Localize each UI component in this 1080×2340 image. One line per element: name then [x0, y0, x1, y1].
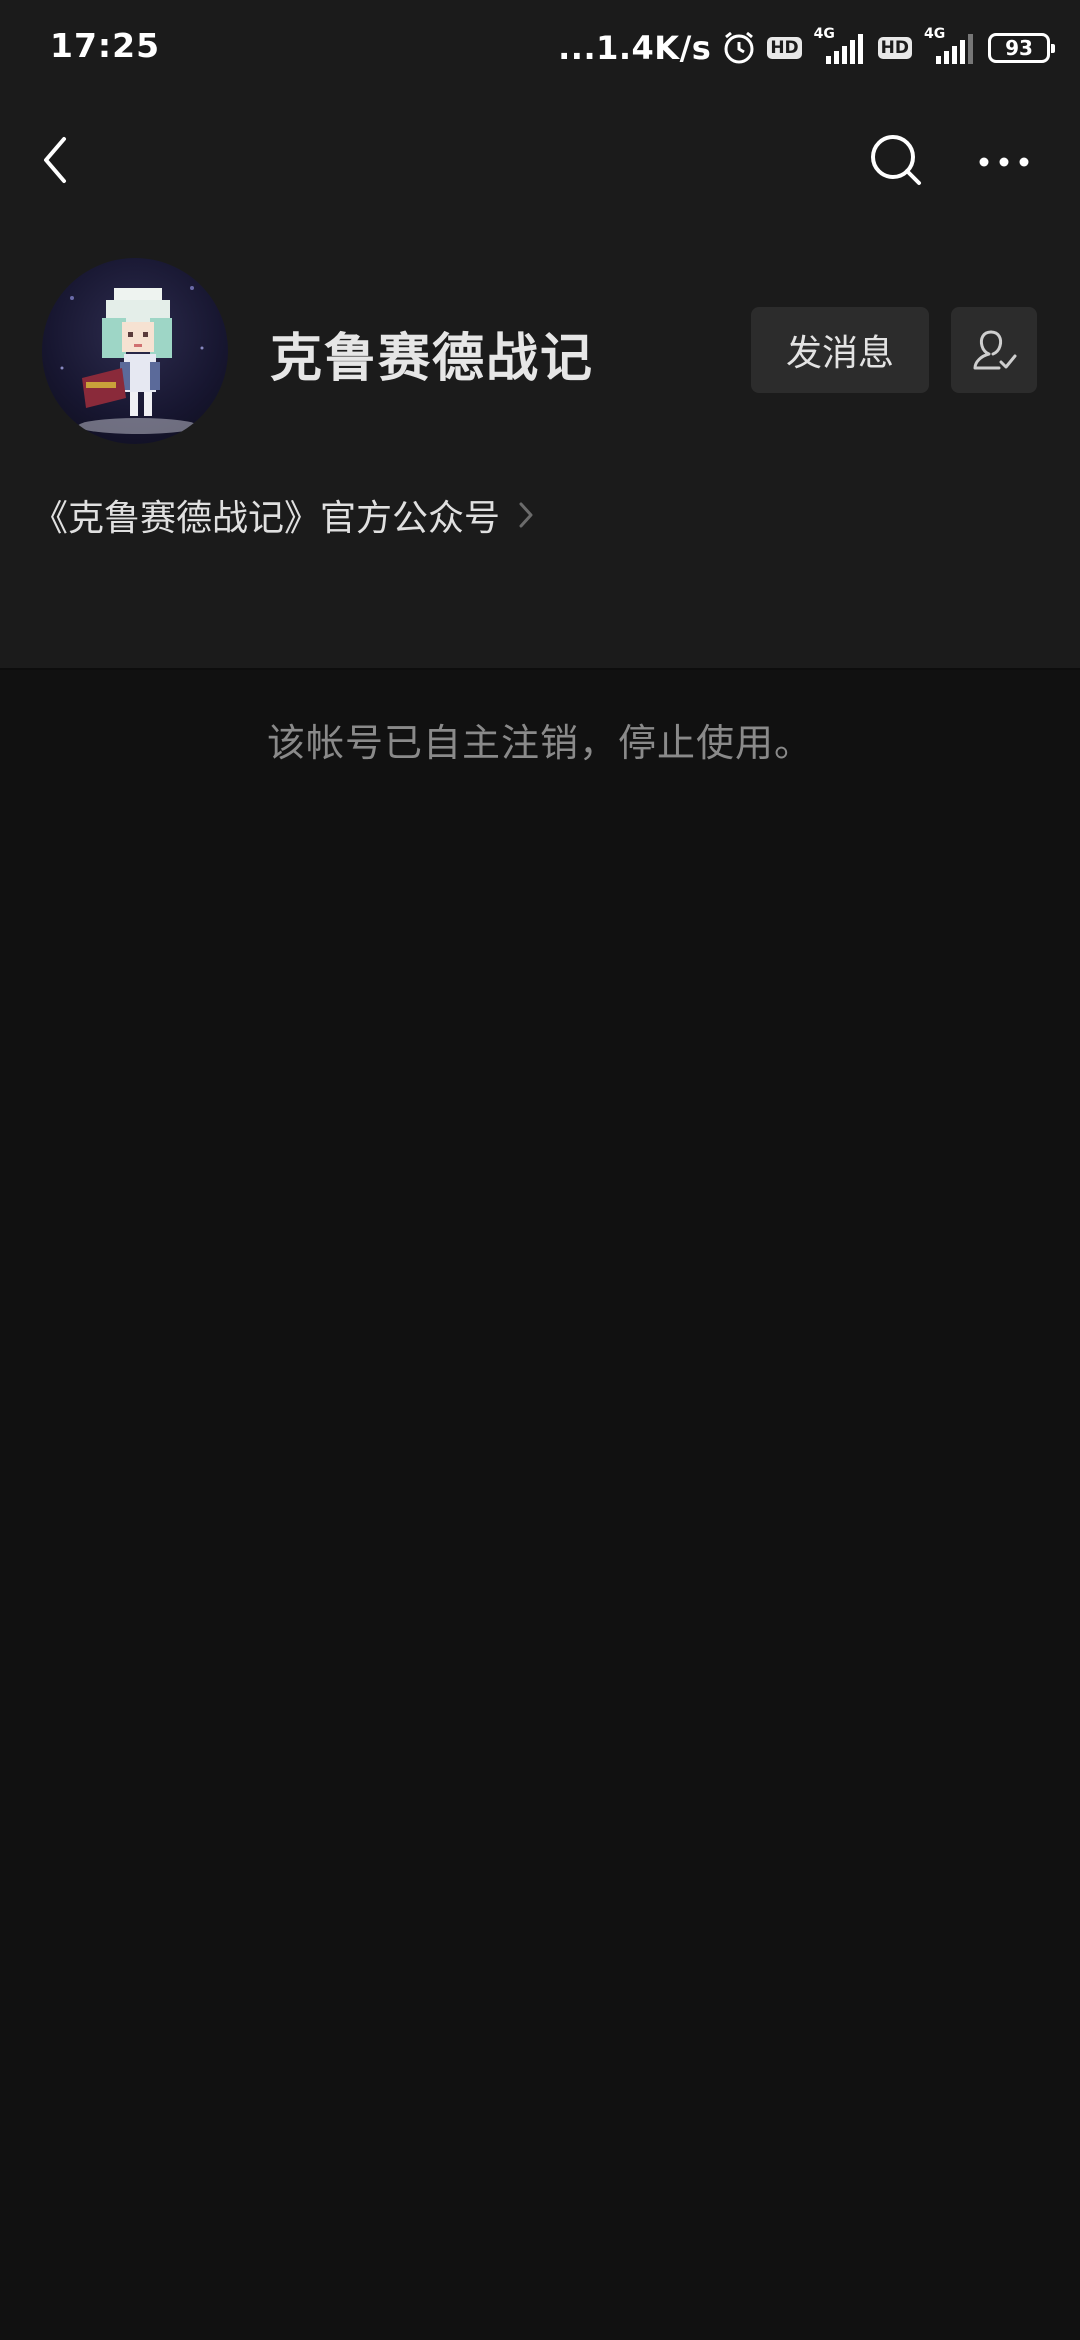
more-button[interactable] — [974, 142, 1034, 182]
more-icon — [978, 156, 1030, 168]
account-name: 克鲁赛德战记 — [270, 329, 595, 389]
followed-button[interactable] — [951, 307, 1037, 393]
back-button[interactable] — [30, 130, 80, 190]
search-icon — [869, 133, 925, 189]
chevron-right-icon — [518, 500, 538, 530]
signal-icon: 4G — [922, 26, 978, 66]
battery-level: 93 — [1005, 36, 1033, 60]
user-check-icon — [969, 326, 1019, 374]
status-bar: 17:25 ...1.4K/s HD 4G HD 4G 93 — [0, 0, 1080, 96]
back-icon — [40, 135, 70, 185]
search-button[interactable] — [866, 130, 928, 192]
account-intro-text: 《克鲁赛德战记》官方公众号 — [32, 498, 501, 539]
account-deactivated-notice: 该帐号已自主注销，停止使用。 — [266, 721, 813, 765]
status-indicators: ...1.4K/s HD 4G HD 4G 93 — [558, 26, 1055, 68]
battery-icon: 93 — [988, 33, 1055, 63]
signal-icon: 4G — [812, 26, 868, 66]
avatar[interactable] — [42, 258, 228, 444]
avatar-image — [60, 286, 204, 434]
alarm-icon — [721, 30, 757, 66]
account-intro[interactable]: 《克鲁赛德战记》官方公众号 — [32, 490, 538, 540]
network-speed: ...1.4K/s — [558, 29, 712, 67]
hd-badge: HD — [767, 37, 802, 59]
section-divider — [0, 668, 1080, 670]
send-message-button[interactable]: 发消息 — [751, 307, 929, 393]
status-time: 17:25 — [50, 26, 161, 65]
hd-badge: HD — [877, 37, 912, 59]
